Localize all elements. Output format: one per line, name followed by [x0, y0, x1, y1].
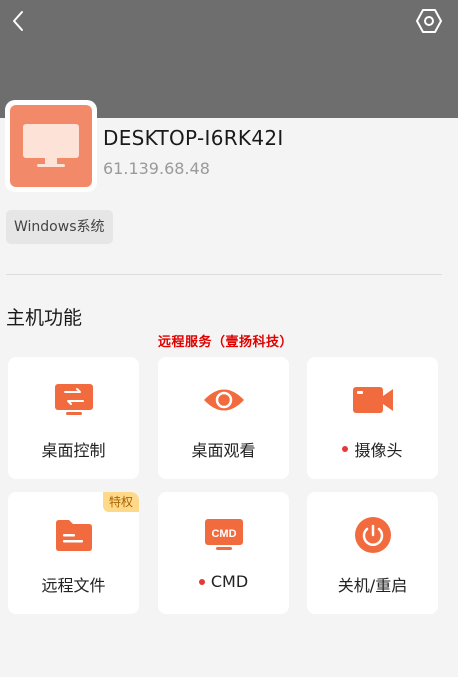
function-card-cmd[interactable]: CMD CMD: [158, 492, 289, 614]
os-tag: Windows系统: [6, 210, 113, 244]
host-avatar: [10, 105, 92, 187]
function-label: 远程文件: [8, 572, 139, 596]
chevron-left-icon: [13, 11, 23, 31]
svg-text:CMD: CMD: [211, 528, 236, 540]
divider: [6, 274, 442, 275]
function-label: 桌面观看: [158, 437, 289, 461]
function-label: 关机/重启: [307, 572, 438, 596]
watermark-text: 远程服务（壹扬科技）: [158, 335, 294, 350]
function-label-text: 关机/重启: [337, 576, 408, 595]
function-label: 摄像头: [307, 437, 438, 461]
desktop-control-icon: [54, 384, 93, 415]
status-dot: [198, 578, 205, 585]
gear-icon: [416, 9, 442, 33]
function-label: CMD: [158, 572, 289, 591]
host-avatar-frame: [5, 100, 97, 192]
function-label-text: CMD: [210, 572, 249, 591]
function-label-text: 桌面控制: [41, 441, 106, 460]
function-label-text: 摄像头: [354, 441, 403, 460]
video-camera-icon: [352, 387, 393, 413]
function-card-power[interactable]: 关机/重启: [307, 492, 438, 614]
function-label-text: 远程文件: [41, 576, 106, 595]
host-name: DESKTOP-I6RK42I: [103, 126, 284, 150]
host-ip: 61.139.68.48: [103, 159, 210, 178]
function-card-remote-files[interactable]: 特权 远程文件: [8, 492, 139, 614]
privilege-badge: 特权: [102, 492, 139, 512]
function-card-camera[interactable]: 摄像头: [307, 357, 438, 479]
function-label: 桌面控制: [8, 437, 139, 461]
function-label-text: 桌面观看: [191, 441, 256, 460]
section-title: 主机功能: [6, 307, 83, 329]
back-button[interactable]: [6, 8, 30, 34]
status-dot: [342, 446, 349, 452]
function-card-desktop-view[interactable]: 桌面观看: [158, 357, 289, 479]
monitor-icon: [23, 124, 79, 167]
folder-icon: [55, 520, 92, 551]
function-card-desktop-control[interactable]: 桌面控制: [8, 357, 139, 479]
cmd-terminal-icon: CMD: [204, 519, 243, 550]
settings-button[interactable]: [414, 6, 444, 36]
power-icon: [354, 517, 391, 553]
eye-icon: [203, 389, 244, 411]
